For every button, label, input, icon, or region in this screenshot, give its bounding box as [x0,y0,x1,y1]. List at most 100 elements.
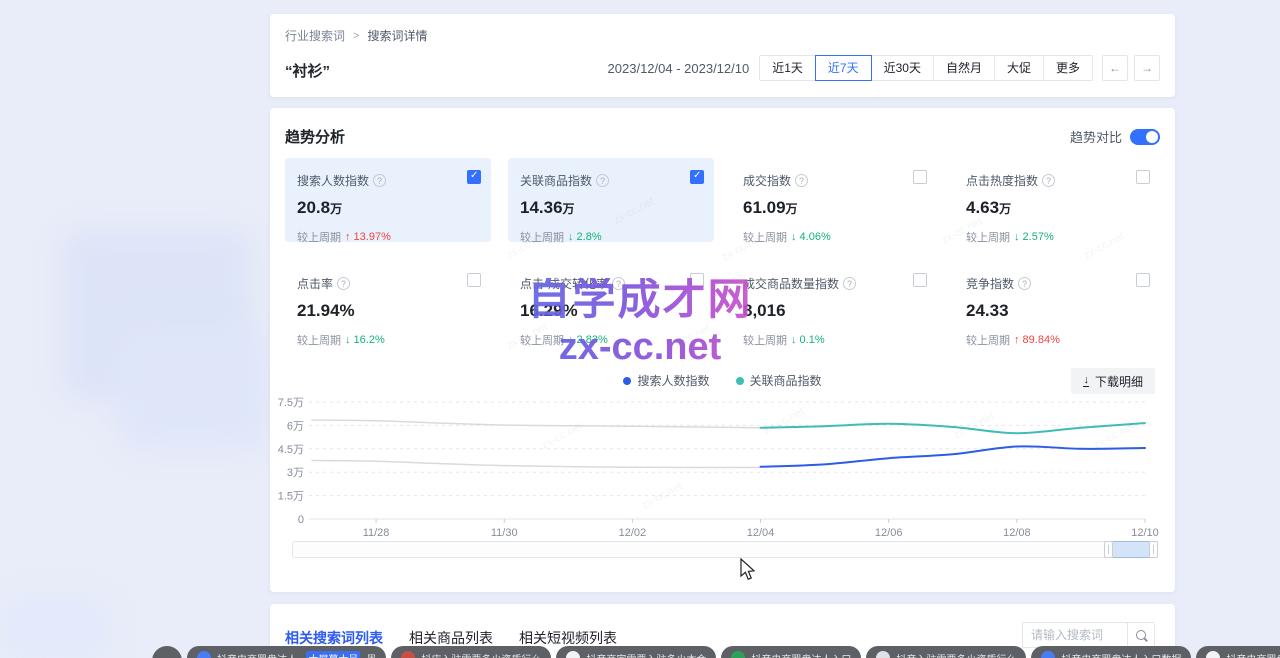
compare-prefix: 较上周期 [966,332,1010,348]
taskbar-item-label: 墨 [366,651,376,658]
metric-card[interactable]: 点击率?21.94%较上周期↓ 16.2% [285,261,491,345]
svg-text:11/28: 11/28 [363,527,390,539]
metric-label: 搜索人数指数 [297,172,369,189]
legend-label: 搜索人数指数 [637,372,709,389]
range-button[interactable]: 大促 [994,55,1044,81]
right-arrow-icon: → [1141,61,1153,75]
range-button[interactable]: 近1天 [759,55,816,81]
svg-text:3万: 3万 [287,467,304,479]
change-percent: ↑ 13.97% [345,231,391,243]
taskbar-item[interactable]: 抖音电商罗盘达人·大屏幕大号墨 [187,646,386,658]
metric-checkbox[interactable] [1136,273,1150,287]
taskbar-item[interactable]: 抖音入驻需要多少资质行么 [866,646,1026,658]
chart-brush-selection[interactable] [1113,541,1149,558]
metric-value: 14.36万 [520,198,702,218]
metric-value: 16.29% [520,301,702,321]
compare-prefix: 较上周期 [297,229,341,245]
svg-text:12/02: 12/02 [619,527,647,539]
metric-change: 较上周期↓ 0.1% [743,332,925,348]
date-range-text: 2023/12/04 - 2023/12/10 [608,61,750,76]
info-icon[interactable]: ? [843,277,856,290]
range-button[interactable]: 近7天 [815,55,872,81]
chart-line-关联商品指数 [761,423,1145,433]
info-icon[interactable]: ? [612,277,625,290]
metric-value-unit: 万 [330,202,342,216]
breadcrumb-parent-link[interactable]: 行业搜索词 [285,27,345,44]
period-pager: ← → [1102,55,1160,81]
metric-value-number: 21.94% [297,301,355,320]
metric-card[interactable]: 竞争指数?24.33较上周期↑ 89.84% [954,261,1160,345]
taskbar-item-label: 抖音入驻需要多少资质行么 [896,651,1016,658]
prev-period-button[interactable]: ← [1102,55,1128,81]
taskbar-item[interactable]: 抖店入驻需要多少资质行么 [391,646,551,658]
taskbar-launcher-icon[interactable] [152,646,182,658]
info-icon[interactable]: ? [337,277,350,290]
info-icon[interactable]: ? [596,174,609,187]
legend-dot-icon [736,377,744,385]
taskbar-favicon [1206,651,1220,658]
metric-card[interactable]: 成交指数?61.09万较上周期↓ 4.06% [731,158,937,242]
info-icon[interactable]: ? [1042,174,1055,187]
chart-brush-track[interactable] [292,541,1153,558]
change-percent: ↓ 0.1% [791,334,825,346]
compare-prefix: 较上周期 [743,229,787,245]
compare-toggle[interactable] [1130,129,1160,145]
taskbar-favicon [1041,651,1055,658]
info-icon[interactable]: ? [373,174,386,187]
next-period-button[interactable]: → [1134,55,1160,81]
metric-checkbox[interactable] [690,170,704,184]
taskbar-item[interactable]: 抖音电商罗盘达人 [1196,646,1280,658]
taskbar-item-label: 抖音电商罗盘达人入口 [751,651,851,658]
brush-handle-left[interactable] [1104,541,1113,558]
legend-item[interactable]: 搜索人数指数 [623,372,709,389]
metric-card[interactable]: 搜索人数指数? 20.8万较上周期 ↑ 13.97% [285,158,491,242]
svg-text:1.5万: 1.5万 [278,491,304,503]
taskbar-item-label: 抖音电商罗盘达人入口数据 [1061,651,1181,658]
metric-checkbox[interactable] [467,170,481,184]
tab-item[interactable]: 相关短视频列表 [519,628,617,648]
svg-text:12/08: 12/08 [1003,527,1031,539]
range-button[interactable]: 近30天 [871,55,934,81]
legend-item[interactable]: 关联商品指数 [736,372,822,389]
chart-legend: 搜索人数指数 关联商品指数 [270,372,1175,389]
metric-label: 关联商品指数 [520,172,592,189]
metric-value-number: 20.8 [297,198,330,217]
metric-card[interactable]: 关联商品指数?14.36万较上周期↓ 2.8% [508,158,714,242]
metric-header: 竞争指数? [966,275,1148,292]
metric-checkbox[interactable] [467,273,481,287]
tab-item[interactable]: 相关商品列表 [409,628,493,648]
search-button[interactable] [1127,623,1154,647]
screen: 行业搜索词 > 搜索词详情 “衬衫” 2023/12/04 - 2023/12/… [0,0,1280,658]
tab-active[interactable]: 相关搜索词列表 [285,628,383,648]
background-blob [0,598,110,658]
trend-chart[interactable]: 7.5万6万4.5万3万1.5万011/2811/3012/0212/0412/… [270,388,1175,540]
breadcrumb-current: 搜索词详情 [367,27,427,44]
metric-label: 点击-成交转化率 [520,275,608,292]
taskbar-item[interactable]: 抖音电商罗盘达人入口数据 [1031,646,1191,658]
chart-line-搜索人数指数 [761,446,1145,466]
search-icon [1136,630,1146,640]
taskbar-item[interactable]: 抖音商家需要入驻多少本金 [556,646,716,658]
metric-checkbox[interactable] [913,170,927,184]
metric-checkbox[interactable] [690,273,704,287]
taskbar-favicon [566,651,580,658]
download-icon: ↓ [1083,375,1089,387]
metric-value: 4.63万 [966,198,1148,218]
metric-value-number: 16.29% [520,301,578,320]
metric-change: 较上周期↑ 89.84% [966,332,1148,348]
info-icon[interactable]: ? [1018,277,1031,290]
legend-dot-icon [623,377,631,385]
range-button[interactable]: 自然月 [933,55,995,81]
taskbar-item[interactable]: 抖音电商罗盘达人入口 [721,646,861,658]
metric-checkbox[interactable] [913,273,927,287]
search-input[interactable] [1023,623,1127,647]
download-button[interactable]: ↓ 下载明细 [1071,368,1155,394]
brush-handle-right[interactable] [1149,541,1158,558]
metric-checkbox[interactable] [1136,170,1150,184]
range-button[interactable]: 更多 [1043,55,1093,81]
search-box [1022,622,1155,648]
metric-card[interactable]: 点击-成交转化率?16.29%较上周期↓ 2.83% [508,261,714,345]
metric-card[interactable]: 点击热度指数?4.63万较上周期↓ 2.57% [954,158,1160,242]
metric-card[interactable]: 成交商品数量指数?8,016较上周期↓ 0.1% [731,261,937,345]
info-icon[interactable]: ? [795,174,808,187]
